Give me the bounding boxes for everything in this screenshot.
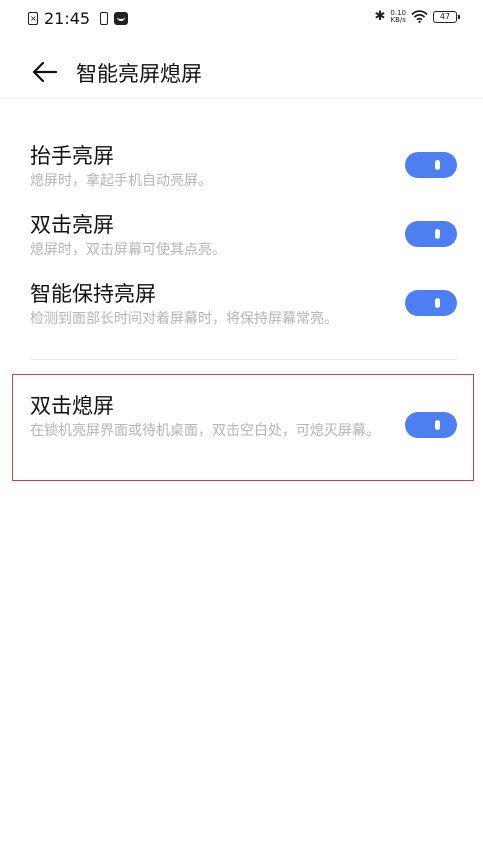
setting-raise-to-wake: 抬手亮屏 熄屏时，拿起手机自动亮屏。: [30, 142, 457, 191]
no-sim-icon: [28, 12, 38, 25]
page-header: 智能亮屏熄屏: [0, 48, 483, 99]
status-bar: 21:45 ✱ 0.10 KB/s 47: [0, 0, 483, 36]
phone-icon: [100, 12, 109, 25]
toggle-knob: [435, 160, 440, 170]
raise-to-wake-toggle[interactable]: [405, 152, 457, 178]
setting-double-tap-wake: 双击亮屏 熄屏时，双击屏幕可使其点亮。: [30, 211, 457, 260]
status-right: ✱ 0.10 KB/s 47: [374, 9, 460, 24]
setting-description: 在锁机亮屏界面或待机桌面，双击空白处，可熄灭屏幕。: [30, 423, 380, 439]
page-title: 智能亮屏熄屏: [76, 62, 202, 86]
setting-title: 双击亮屏: [30, 213, 114, 237]
status-time: 21:45: [44, 9, 91, 28]
toggle-knob: [435, 298, 440, 308]
status-left: 21:45: [28, 9, 129, 28]
battery-level: 47: [439, 11, 451, 21]
setting-title: 智能保持亮屏: [30, 282, 156, 306]
setting-description: 熄屏时，双击屏幕可使其点亮。: [30, 242, 226, 258]
notification-app-icon: [114, 12, 129, 25]
double-tap-sleep-toggle[interactable]: [405, 412, 457, 438]
setting-double-tap-sleep: 双击熄屏 在锁机亮屏界面或待机桌面，双击空白处，可熄灭屏幕。: [30, 392, 457, 441]
smart-stay-awake-toggle[interactable]: [405, 290, 457, 316]
toggle-knob: [435, 420, 440, 430]
setting-description: 检测到面部长时间对着屏幕时，将保持屏幕常亮。: [30, 311, 338, 327]
network-speed: 0.10 KB/s: [390, 9, 406, 24]
battery-icon: 47: [433, 10, 460, 23]
section-divider: [30, 359, 457, 360]
bluetooth-icon: ✱: [374, 9, 386, 24]
setting-title: 抬手亮屏: [30, 144, 114, 168]
back-arrow-icon[interactable]: [30, 60, 60, 84]
double-tap-wake-toggle[interactable]: [405, 221, 457, 247]
network-speed-unit: KB/s: [390, 15, 406, 24]
setting-description: 熄屏时，拿起手机自动亮屏。: [30, 173, 212, 189]
wifi-icon: [411, 10, 428, 23]
setting-smart-stay-awake: 智能保持亮屏 检测到面部长时间对着屏幕时，将保持屏幕常亮。: [30, 280, 457, 329]
toggle-knob: [435, 229, 440, 239]
setting-title: 双击熄屏: [30, 394, 114, 418]
